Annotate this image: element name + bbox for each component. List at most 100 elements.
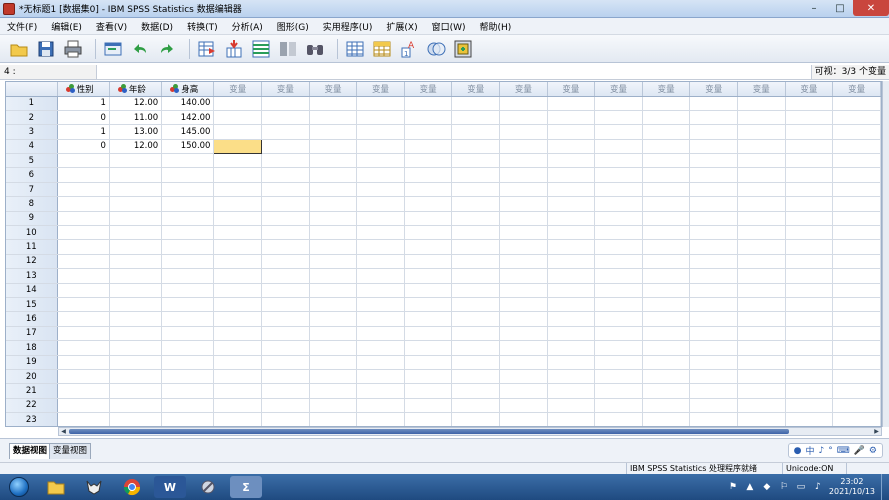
data-cell[interactable]	[356, 167, 405, 183]
spell-check-icon[interactable]	[452, 38, 474, 60]
data-cell[interactable]	[642, 196, 691, 212]
data-cell[interactable]	[785, 196, 834, 212]
data-cell[interactable]: 12.00	[109, 96, 163, 111]
data-cell[interactable]	[404, 297, 453, 313]
data-cell[interactable]	[57, 283, 110, 298]
data-cell[interactable]	[737, 383, 786, 399]
data-cell[interactable]	[499, 196, 548, 212]
data-cell[interactable]	[213, 167, 263, 183]
undo-icon[interactable]	[129, 38, 151, 60]
show-desktop-button[interactable]	[881, 474, 889, 500]
data-cell[interactable]	[57, 297, 110, 313]
data-cell[interactable]	[689, 182, 738, 198]
tab-data-view[interactable]: 数据视图	[9, 443, 52, 459]
data-cell[interactable]	[451, 167, 501, 183]
data-cell[interactable]	[642, 167, 691, 183]
data-cell[interactable]: 0	[57, 110, 110, 126]
data-cell[interactable]	[499, 326, 548, 342]
data-cell[interactable]	[109, 239, 163, 255]
row-number[interactable]: 7	[6, 182, 58, 198]
data-cell[interactable]	[547, 96, 596, 111]
data-cell[interactable]	[642, 239, 691, 255]
data-cell[interactable]	[642, 398, 691, 414]
data-cell[interactable]	[547, 225, 596, 241]
data-cell[interactable]	[594, 182, 643, 198]
data-cell[interactable]	[642, 340, 691, 356]
fox-app[interactable]	[78, 476, 110, 498]
data-cell[interactable]	[451, 283, 501, 298]
goto-case-icon[interactable]	[196, 38, 218, 60]
data-cell[interactable]	[832, 311, 881, 327]
data-cell[interactable]	[547, 239, 596, 255]
chrome-app[interactable]	[116, 476, 148, 498]
data-cell[interactable]	[57, 311, 110, 327]
show-hidden-icon[interactable]: ▲	[744, 481, 756, 493]
data-cell[interactable]	[499, 124, 548, 140]
vertical-scrollbar[interactable]	[882, 81, 889, 427]
data-cell[interactable]	[261, 383, 310, 399]
data-cell[interactable]	[547, 326, 596, 342]
data-cell[interactable]	[261, 340, 310, 356]
data-cell[interactable]	[213, 110, 263, 126]
data-cell[interactable]	[451, 182, 501, 198]
data-cell[interactable]	[309, 383, 358, 399]
data-cell[interactable]	[689, 124, 738, 140]
data-cell[interactable]	[356, 311, 405, 327]
data-cell[interactable]	[642, 153, 691, 169]
data-cell[interactable]	[161, 211, 215, 227]
data-cell[interactable]	[109, 398, 163, 414]
data-cell[interactable]	[547, 182, 596, 198]
column-header[interactable]: 变量	[404, 82, 453, 97]
data-cell[interactable]	[213, 153, 263, 169]
data-cell[interactable]	[213, 340, 263, 356]
data-cell[interactable]	[213, 283, 263, 298]
spss-app[interactable]: Σ	[230, 476, 262, 498]
data-cell[interactable]	[832, 153, 881, 169]
row-number[interactable]: 2	[6, 110, 58, 126]
data-cell[interactable]	[161, 225, 215, 241]
data-cell[interactable]	[309, 369, 358, 385]
data-cell[interactable]	[594, 369, 643, 385]
data-cell[interactable]	[832, 211, 881, 227]
column-header[interactable]: 变量	[832, 82, 881, 97]
data-cell[interactable]	[832, 167, 881, 183]
data-cell[interactable]	[689, 383, 738, 399]
data-cell[interactable]	[547, 412, 596, 426]
data-cell[interactable]	[261, 225, 310, 241]
data-cell[interactable]	[309, 398, 358, 414]
data-cell[interactable]	[356, 340, 405, 356]
data-cell[interactable]	[309, 239, 358, 255]
data-cell[interactable]	[689, 153, 738, 169]
data-cell[interactable]	[547, 369, 596, 385]
data-cell[interactable]	[161, 383, 215, 399]
row-number[interactable]: 10	[6, 225, 58, 241]
data-cell[interactable]	[689, 369, 738, 385]
column-header[interactable]: 变量	[499, 82, 548, 97]
data-cell[interactable]	[161, 340, 215, 356]
find-icon[interactable]	[304, 38, 326, 60]
data-cell[interactable]	[642, 283, 691, 298]
data-cell[interactable]	[161, 326, 215, 342]
data-cell[interactable]	[547, 254, 596, 270]
data-cell[interactable]	[261, 110, 310, 126]
data-cell[interactable]	[213, 383, 263, 399]
grid-corner[interactable]	[6, 82, 58, 97]
data-cell[interactable]	[642, 139, 691, 155]
data-cell[interactable]	[499, 268, 548, 284]
data-cell[interactable]	[213, 268, 263, 284]
data-cell[interactable]	[689, 254, 738, 270]
data-cell[interactable]	[57, 398, 110, 414]
ime-logo-icon[interactable]: ●	[794, 446, 802, 456]
data-cell[interactable]	[642, 326, 691, 342]
close-button[interactable]: ✕	[853, 0, 889, 16]
data-cell[interactable]	[499, 297, 548, 313]
data-cell[interactable]	[309, 268, 358, 284]
data-cell[interactable]	[57, 355, 110, 370]
data-cell[interactable]	[57, 239, 110, 255]
data-cell[interactable]	[261, 124, 310, 140]
data-cell[interactable]	[404, 340, 453, 356]
insert-variable-icon[interactable]	[371, 38, 393, 60]
redo-icon[interactable]	[156, 38, 178, 60]
data-cell[interactable]	[309, 412, 358, 426]
data-cell[interactable]	[356, 369, 405, 385]
